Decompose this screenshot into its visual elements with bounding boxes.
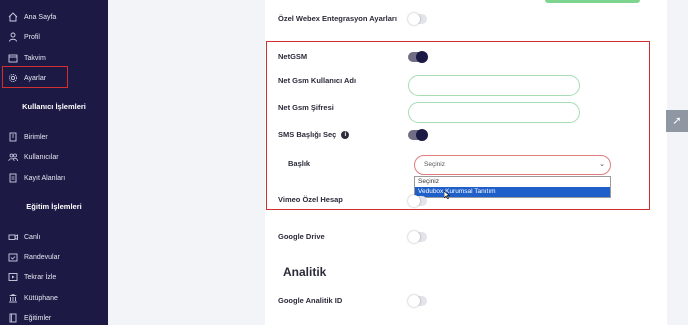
baslik-label: Başlık [288,159,311,168]
mouse-cursor-icon [444,191,450,199]
section-egitim-islemleri: Eğitim İşlemleri [26,202,82,211]
sidebar-item-tekrar-izle[interactable]: Tekrar İzle [8,269,56,285]
rocket-icon[interactable]: ➚ [666,110,688,132]
document-icon [8,173,18,183]
sidebar-item-label: Tekrar İzle [24,273,57,281]
netgsm-toggle[interactable] [408,51,428,63]
google-analytics-toggle[interactable] [408,295,427,307]
chevron-down-icon: ⌄ [599,161,605,168]
active-item-highlight [2,66,68,88]
sidebar-item-label: Kütüphane [24,294,58,302]
sidebar-item-kutuphane[interactable]: Kütüphane [8,290,58,306]
sidebar-item-ana-sayfa[interactable]: Ana Sayfa [8,9,56,25]
users-icon [8,152,18,162]
sidebar-item-label: Canlı [24,233,41,241]
sms-header-label: SMS Başlığı Seç i [278,130,350,140]
sidebar-item-label: Eğitimler [24,314,52,322]
netgsm-password-input[interactable] [408,102,580,123]
google-drive-toggle[interactable] [408,231,427,243]
sidebar-item-label: Kayıt Alanları [24,174,66,182]
sidebar-item-label: Birimler [24,133,48,141]
sidebar-item-takvim[interactable]: Takvim [8,50,46,66]
sidebar-item-egitimler[interactable]: Eğitimler [8,310,51,325]
dropdown-option[interactable]: Seçiniz [415,177,610,187]
info-icon[interactable]: i [341,131,350,140]
user-icon [8,32,18,42]
netgsm-password-label: Net Gsm Şifresi [278,103,334,112]
vimeo-label: Vimeo Özel Hesap [278,195,343,204]
sidebar-item-kayit-alanlari[interactable]: Kayıt Alanları [8,170,65,186]
replay-icon [8,272,18,282]
google-drive-label: Google Drive [278,232,325,241]
sidebar-item-label: Ana Sayfa [24,13,57,21]
section-kullanici-islemleri: Kullanıcı İşlemleri [22,102,86,111]
sidebar-item-label: Takvim [24,54,46,62]
sidebar-item-birimler[interactable]: Birimler [8,129,48,145]
sidebar-item-label: Kullanıcılar [24,153,59,161]
sms-header-toggle[interactable] [408,129,428,141]
vimeo-toggle[interactable] [408,195,427,207]
webex-toggle[interactable] [408,13,427,25]
sidebar-item-kullanicilar[interactable]: Kullanıcılar [8,149,59,165]
sidebar-item-label: Randevular [24,253,60,261]
home-icon [8,12,18,22]
netgsm-label: NetGSM [278,52,308,61]
video-icon [8,232,18,242]
baslik-select[interactable]: Seçiniz ⌄ [414,155,611,175]
analytics-title: Analitik [283,265,327,279]
building-icon [8,132,18,142]
library-icon [8,293,18,303]
save-button-edge[interactable] [545,0,640,3]
netgsm-user-label: Net Gsm Kullanıcı Adı [278,76,357,85]
sidebar-item-canli[interactable]: Canlı [8,229,40,245]
google-analytics-label: Google Analitik ID [278,296,343,305]
calendar-icon [8,53,18,63]
sidebar: Ana Sayfa Profil Takvim Ayarlar Kullanıc… [0,0,108,325]
netgsm-user-input[interactable] [408,75,580,96]
sidebar-item-randevular[interactable]: Randevular [8,249,60,265]
sidebar-item-profil[interactable]: Profil [8,29,40,45]
book-icon [8,313,18,323]
webex-label: Özel Webex Entegrasyon Ayarları [278,14,397,23]
sidebar-item-label: Profil [24,33,40,41]
appointment-icon [8,252,18,262]
